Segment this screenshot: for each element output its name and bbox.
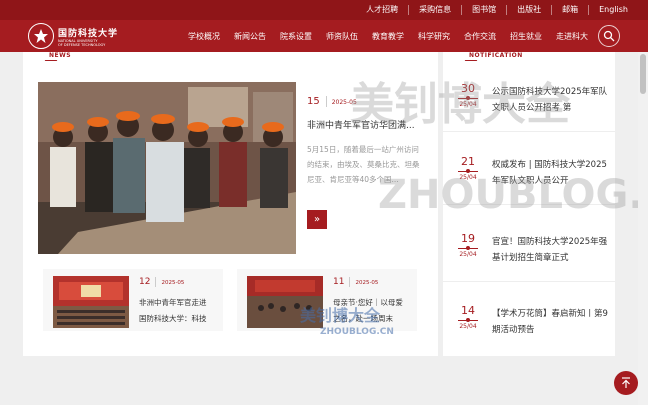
notice-date-divider <box>458 318 478 322</box>
menu-explore[interactable]: 走进科大 <box>556 31 588 42</box>
news-card-title-line1: 非洲中青年军官走进 <box>139 298 207 307</box>
notice-title: 【学术万花筒】春启新知丨第9期活动预告 <box>492 309 608 335</box>
logo-en-2: OF DEFENSE TECHNOLOGY <box>58 42 106 47</box>
featured-day: 15 <box>307 96 327 107</box>
notification-panel: NOTIFICATION 30 25/04 公示国防科技大学2025年军队文职人… <box>443 52 615 356</box>
logo-text: 国防科技大学 NATIONAL UNIVERSITY OF DEFENSE TE… <box>58 26 118 47</box>
arrow-up-icon <box>622 377 630 388</box>
notice-date-divider <box>458 169 478 173</box>
notice-month: 25/04 <box>459 323 477 330</box>
news-card-day: 12 <box>139 277 157 287</box>
link-procurement[interactable]: 采购信息 <box>408 5 461 15</box>
notice-item[interactable]: 14 25/04 【学术万花筒】春启新知丨第9期活动预告 <box>443 284 615 354</box>
notice-month: 25/04 <box>459 251 477 258</box>
link-press[interactable]: 出版社 <box>506 5 551 15</box>
notice-date: 30 25/04 <box>453 82 483 118</box>
news-card-photo <box>53 276 129 328</box>
news-card[interactable]: 12 2025-05 非洲中青年军官走进 国防科技大学：科技 <box>43 269 223 331</box>
notice-day: 19 <box>461 232 475 245</box>
news-card-date: 11 2025-05 <box>333 277 378 287</box>
featured-news-title[interactable]: 非洲中青年军官访华团满... <box>307 118 427 131</box>
search-button[interactable] <box>598 25 620 47</box>
university-logo[interactable]: 国防科技大学 NATIONAL UNIVERSITY OF DEFENSE TE… <box>28 23 118 49</box>
menu-admission[interactable]: 招生就业 <box>510 31 542 42</box>
notice-month: 25/04 <box>459 174 477 181</box>
search-icon <box>603 30 615 42</box>
top-utility-bar: 人才招聘 采购信息 图书馆 出版社 邮箱 English <box>0 0 648 20</box>
menu-about[interactable]: 学校概况 <box>188 31 220 42</box>
logo-cn: 国防科技大学 <box>58 28 119 39</box>
link-library[interactable]: 图书馆 <box>461 5 506 15</box>
menu-departments[interactable]: 院系设置 <box>280 31 312 42</box>
featured-more-button[interactable]: » <box>307 210 327 229</box>
notice-date: 21 25/04 <box>453 155 483 191</box>
notice-day: 30 <box>461 82 475 95</box>
notice-item[interactable]: 30 25/04 公示国防科技大学2025年军队文职人员公开招考 第 <box>443 62 615 132</box>
featured-news-summary: 5月15日，随着最后一站广州访问的结束，由埃及、莫桑比克、坦桑尼亚、肯尼亚等40… <box>307 145 420 184</box>
page-scrollbar[interactable] <box>638 52 648 405</box>
link-recruitment[interactable]: 人才招聘 <box>356 5 408 15</box>
notice-item[interactable]: 21 25/04 权威发布 | 国防科技大学2025年军队文职人员公开 <box>443 135 615 205</box>
link-mail[interactable]: 邮箱 <box>551 5 588 15</box>
link-english[interactable]: English <box>588 5 638 15</box>
notice-day: 21 <box>461 155 475 168</box>
notice-title: 权威发布 | 国防科技大学2025年军队文职人员公开 <box>492 160 607 186</box>
news-card[interactable]: 11 2025-05 母亲节·您好｜以母爱 之名，赴一场周末 <box>237 269 417 331</box>
news-card-year-month: 2025-05 <box>161 280 185 286</box>
notice-title: 公示国防科技大学2025年军队文职人员公开招考 第 <box>492 87 608 113</box>
menu-education[interactable]: 教育教学 <box>372 31 404 42</box>
news-section-title: NEWS <box>49 52 72 59</box>
news-card-title-line2: 国防科技大学：科技 <box>139 314 207 323</box>
main-navbar: 国防科技大学 NATIONAL UNIVERSITY OF DEFENSE TE… <box>0 20 648 52</box>
news-card-title-line1: 母亲节·您好｜以母爱 <box>333 298 403 307</box>
news-card-date: 12 2025-05 <box>139 277 184 287</box>
double-arrow-right-icon: » <box>313 214 321 225</box>
news-card-title-line2: 之名，赴一场周末 <box>333 314 393 323</box>
scrollbar-thumb[interactable] <box>640 54 646 94</box>
notice-day: 14 <box>461 304 475 317</box>
back-to-top-button[interactable] <box>614 371 638 395</box>
utility-links: 人才招聘 采购信息 图书馆 出版社 邮箱 English <box>356 0 638 20</box>
menu-research[interactable]: 科学研究 <box>418 31 450 42</box>
notice-date: 19 25/04 <box>453 232 483 268</box>
notice-date-divider <box>458 96 478 100</box>
menu-cooperation[interactable]: 合作交流 <box>464 31 496 42</box>
main-menu: 学校概况 新闻公告 院系设置 师资队伍 教育教学 科学研究 合作交流 招生就业 … <box>188 20 602 52</box>
news-card-day: 11 <box>333 277 351 287</box>
featured-year-month: 2025-05 <box>331 99 357 106</box>
star-seal-icon <box>28 23 54 49</box>
news-card-year-month: 2025-05 <box>355 280 379 286</box>
news-card-photo <box>247 276 323 328</box>
notice-month: 25/04 <box>459 101 477 108</box>
notice-title: 官宣！国防科技大学2025年强基计划招生简章正式 <box>492 237 608 263</box>
news-panel: NEWS 15 2025-05 非洲中青年军官访华团满... 5月15日，随着最… <box>23 52 438 356</box>
menu-news[interactable]: 新闻公告 <box>234 31 266 42</box>
featured-news-photo[interactable] <box>38 82 296 254</box>
notice-section-title: NOTIFICATION <box>469 52 523 59</box>
menu-faculty[interactable]: 师资队伍 <box>326 31 358 42</box>
notice-date-divider <box>458 246 478 250</box>
notice-date: 14 25/04 <box>453 304 483 340</box>
notice-item[interactable]: 19 25/04 官宣！国防科技大学2025年强基计划招生简章正式 <box>443 212 615 282</box>
featured-news-date: 15 2025-05 <box>307 96 357 107</box>
